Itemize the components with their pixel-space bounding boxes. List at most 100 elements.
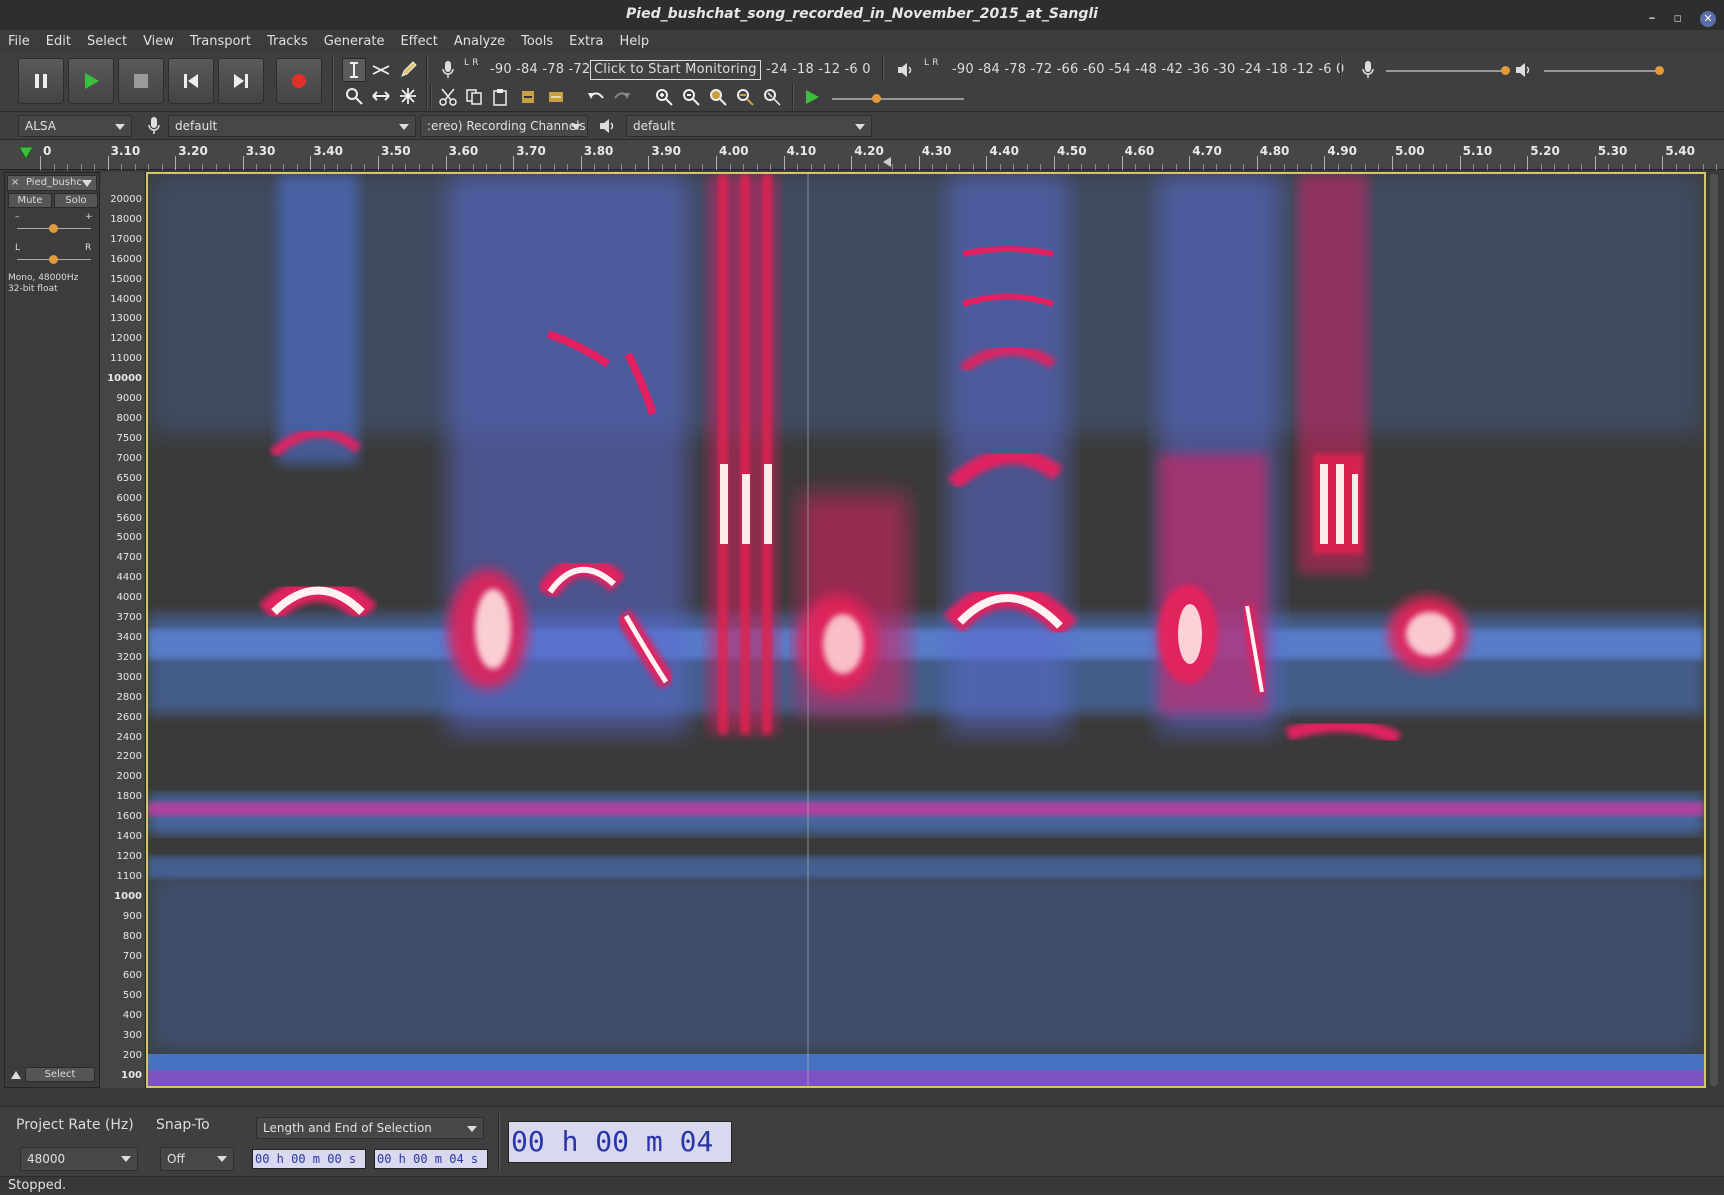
menu-effect[interactable]: Effect [392, 30, 445, 54]
menu-select[interactable]: Select [79, 30, 135, 54]
mute-button[interactable]: Mute [8, 193, 52, 208]
track-control-panel[interactable]: × Pied_bushch Mute Solo – + L R Mono, 48… [4, 172, 100, 1088]
track-name-bar[interactable]: × Pied_bushch [7, 175, 97, 191]
snap-to-select[interactable]: Off [160, 1147, 234, 1171]
frequency-label: 3400 [116, 632, 142, 643]
record-volume-slider[interactable] [1386, 66, 1510, 75]
play-at-speed-button[interactable] [800, 85, 824, 109]
zoom-in-button[interactable] [652, 85, 676, 109]
ruler-tick [175, 156, 177, 170]
zoom-out-button[interactable] [679, 85, 703, 109]
selection-end-timecode[interactable]: 00 h 00 m 04 s [374, 1149, 488, 1169]
ruler-minor-tick [729, 164, 731, 170]
slider-thumb[interactable] [1655, 66, 1664, 75]
play-speed-slider[interactable] [832, 94, 964, 103]
slider-thumb[interactable] [1501, 66, 1510, 75]
envelope-tool[interactable] [369, 58, 393, 82]
ruler-minor-tick [1067, 164, 1069, 170]
play-head-triangle-icon[interactable] [18, 146, 34, 160]
menu-extra[interactable]: Extra [561, 30, 611, 54]
spectrogram-view[interactable] [146, 172, 1706, 1088]
track-name[interactable]: Pied_bushch [26, 176, 82, 190]
scrollbar-thumb[interactable] [1710, 174, 1718, 1086]
menu-edit[interactable]: Edit [38, 30, 79, 54]
copy-button[interactable] [462, 85, 486, 109]
pan-left-label: L [15, 243, 21, 253]
ruler-minor-tick [1283, 164, 1285, 170]
slider-thumb[interactable] [49, 255, 58, 264]
ruler-tick [1324, 156, 1326, 170]
menu-tracks[interactable]: Tracks [259, 30, 316, 54]
audio-host-select[interactable]: ALSA [18, 115, 132, 137]
silence-button[interactable] [544, 85, 568, 109]
gain-slider[interactable] [17, 224, 91, 233]
menu-generate[interactable]: Generate [316, 30, 393, 54]
undo-button[interactable] [584, 85, 608, 109]
redo-button[interactable] [610, 85, 634, 109]
collapse-track-icon[interactable] [11, 1071, 21, 1079]
menu-view[interactable]: View [135, 30, 182, 54]
record-meter-scale[interactable]: -90 -84 -78 -72 [490, 59, 590, 81]
minimize-icon[interactable]: – [1649, 5, 1656, 33]
paste-button[interactable] [488, 85, 512, 109]
selection-start-timecode[interactable]: 00 h 00 m 00 s [252, 1149, 366, 1169]
vertical-scrollbar[interactable] [1708, 172, 1720, 1088]
playback-volume-slider[interactable] [1544, 66, 1664, 75]
zoom-tool[interactable] [342, 84, 366, 108]
ruler-minor-tick [432, 164, 434, 170]
selection-mode-select[interactable]: Length and End of Selection [256, 1117, 484, 1139]
playback-device-select[interactable]: default [626, 115, 872, 137]
pause-button[interactable] [18, 58, 64, 104]
trim-button[interactable] [516, 85, 540, 109]
ruler-minor-tick [1175, 164, 1177, 170]
record-meter-mic-icon[interactable] [436, 58, 460, 82]
fit-project-button[interactable] [733, 85, 757, 109]
menu-analyze[interactable]: Analyze [446, 30, 513, 54]
time-shift-tool[interactable] [369, 84, 393, 108]
frequency-label: 1800 [116, 791, 142, 803]
solo-button[interactable]: Solo [54, 193, 98, 208]
track-close-button[interactable]: × [11, 176, 19, 190]
menu-tools[interactable]: Tools [513, 30, 561, 54]
close-window-icon[interactable]: ✕ [1700, 11, 1716, 27]
cut-button[interactable] [436, 85, 460, 109]
song-phrase-4 [943, 174, 1078, 734]
selection-tool[interactable] [342, 58, 366, 82]
frequency-ruler[interactable]: 20000 18000 17000 16000 15000 14000 13000 12000… [100, 172, 146, 1088]
playback-meter-speaker-icon[interactable] [894, 58, 918, 82]
play-button[interactable] [68, 58, 114, 104]
multi-tool[interactable] [396, 84, 420, 108]
pan-slider[interactable] [17, 255, 91, 264]
frequency-label: 800 [122, 930, 142, 942]
slider-thumb[interactable] [49, 224, 58, 233]
fit-selection-button[interactable] [706, 85, 730, 109]
chevron-down-icon [855, 124, 865, 130]
playback-meter-scale[interactable]: -90 -84 -78 -72 -66 -60 -54 -48 -42 -36 … [952, 59, 1344, 81]
track-menu-chevron-icon[interactable] [82, 180, 92, 187]
ruler-label: 0 [43, 144, 52, 158]
record-button[interactable] [276, 58, 322, 104]
ruler-tick [648, 156, 650, 170]
ruler-minor-tick [67, 164, 69, 170]
project-rate-select[interactable]: 48000 [20, 1147, 138, 1171]
record-meter-scale-tail[interactable]: -24 -18 -12 -6 0 [766, 59, 871, 81]
draw-tool[interactable] [396, 58, 420, 82]
skip-to-start-button[interactable] [168, 58, 214, 104]
zoom-toggle-button[interactable] [760, 85, 784, 109]
recording-channels-select[interactable]: :ereo) Recording Channels [420, 115, 588, 137]
skip-to-end-button[interactable] [218, 58, 264, 104]
ruler-label: 5.40 [1665, 144, 1695, 158]
stop-button[interactable] [118, 58, 164, 104]
timeline-ruler[interactable]: 0 3.10 3.20 3.30 3.40 3.50 3.60 3.70 3.80 3.90 4.0… [0, 140, 1724, 170]
recording-device-select[interactable]: default [168, 115, 416, 137]
audio-position-timecode[interactable]: 00 h 00 m 04 s [508, 1121, 732, 1163]
menu-help[interactable]: Help [611, 30, 657, 54]
maximize-icon[interactable]: ▫ [1673, 5, 1682, 33]
start-monitoring-button[interactable]: Click to Start Monitoring [590, 60, 761, 80]
ruler-minor-tick [999, 164, 1001, 170]
frequency-label: 20000 [110, 194, 142, 205]
menu-file[interactable]: File [0, 30, 38, 54]
track-select-button[interactable]: Select [25, 1067, 95, 1082]
slider-thumb[interactable] [872, 94, 881, 103]
menu-transport[interactable]: Transport [182, 30, 259, 54]
